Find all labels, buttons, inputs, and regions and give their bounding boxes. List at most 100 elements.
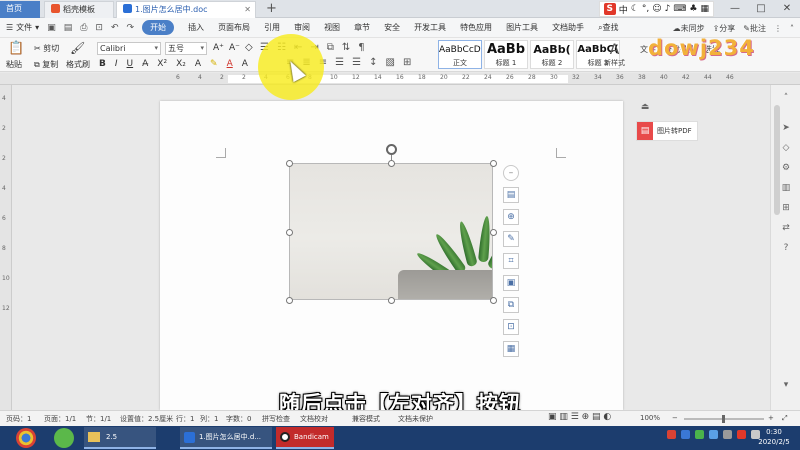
- tab-home[interactable]: 首页: [0, 1, 40, 18]
- menu-references[interactable]: 引用: [264, 22, 280, 33]
- menu-insert[interactable]: 插入: [188, 22, 204, 33]
- style-heading-2[interactable]: AaBb( 标题 2: [530, 40, 574, 69]
- status-page[interactable]: 页码：1: [6, 414, 31, 424]
- maximize-button[interactable]: □: [748, 0, 774, 18]
- tab-document[interactable]: 1.图片怎么居中.doc ✕: [116, 1, 256, 18]
- resize-handle-sw[interactable]: [286, 297, 293, 304]
- view-mode-icons[interactable]: ▣ ▥ ☰ ⊕ ▤ ◐: [548, 412, 611, 422]
- zoom-in-icon[interactable]: +: [768, 414, 774, 422]
- format-painter-icon[interactable]: 🖌: [70, 41, 85, 55]
- spell-check-button[interactable]: 拼写检查: [262, 414, 290, 424]
- paste-button[interactable]: 📋: [8, 41, 24, 56]
- resize-handle-nw[interactable]: [286, 160, 293, 167]
- share-button[interactable]: ⇪分享: [713, 23, 736, 34]
- tab-templates[interactable]: 稻壳模板: [44, 1, 114, 18]
- chrome-icon[interactable]: [16, 428, 36, 448]
- taskbar-bandicam[interactable]: Bandicam: [276, 427, 334, 449]
- comment-button[interactable]: ✎批注: [743, 23, 766, 34]
- char-border-icon[interactable]: A: [242, 59, 248, 69]
- resize-handle-w[interactable]: [286, 229, 293, 236]
- vertical-ruler[interactable]: 4 2 2 4 6 8 10 12: [0, 85, 12, 410]
- menu-start[interactable]: 开始: [142, 20, 175, 35]
- line-spacing-icon[interactable]: ↕: [369, 57, 377, 68]
- tray-record-icon[interactable]: [667, 430, 676, 439]
- close-button[interactable]: ✕: [774, 0, 800, 18]
- style-normal[interactable]: AaBbCcDd 正文: [438, 40, 482, 69]
- rotate-handle[interactable]: [386, 144, 397, 155]
- grow-font-icon[interactable]: A⁺: [213, 43, 224, 53]
- sidebar-translate-icon[interactable]: ⇄: [780, 223, 792, 235]
- paste-label[interactable]: 粘贴: [6, 59, 22, 70]
- horizontal-ruler[interactable]: 6422468101214161820222426283032343638404…: [0, 73, 800, 85]
- crop-icon[interactable]: ⌗: [503, 253, 519, 269]
- tray-network-icon[interactable]: [681, 430, 690, 439]
- tray-keyboard-icon[interactable]: [723, 430, 732, 439]
- taskbar-wps-doc[interactable]: 1.图片怎么居中.d...: [180, 427, 272, 449]
- menu-review[interactable]: 审阅: [294, 22, 310, 33]
- shrink-font-icon[interactable]: A⁻: [229, 43, 240, 53]
- redo-icon[interactable]: ↷: [127, 23, 135, 33]
- sidebar-select-icon[interactable]: ➤: [780, 123, 792, 135]
- collapse-ribbon-icon[interactable]: ˄: [790, 24, 794, 33]
- sidebar-layout-icon[interactable]: ▥: [780, 183, 792, 195]
- status-setting[interactable]: 设置值：2.5厘米: [120, 414, 173, 424]
- chinese-layout-icon[interactable]: ⧉: [327, 42, 334, 53]
- show-marks-icon[interactable]: ¶: [358, 42, 364, 53]
- status-section[interactable]: 节：1/1: [86, 414, 111, 424]
- font-color-icon[interactable]: A: [227, 59, 233, 69]
- resize-handle-e[interactable]: [490, 229, 497, 236]
- resize-handle-n[interactable]: [388, 160, 395, 167]
- status-col[interactable]: 列：1: [200, 414, 218, 424]
- sort-icon[interactable]: ⇅: [342, 42, 350, 53]
- resize-handle-se[interactable]: [490, 297, 497, 304]
- menu-view[interactable]: 视图: [324, 22, 340, 33]
- status-row[interactable]: 行：1: [176, 414, 194, 424]
- tray-qq-icon[interactable]: [709, 430, 718, 439]
- format-painter-label[interactable]: 格式刷: [66, 59, 90, 70]
- menu-security[interactable]: 安全: [384, 22, 400, 33]
- doc-protection-button[interactable]: 文档未保护: [398, 414, 433, 424]
- ime-toolbar[interactable]: S 中 ☾ °, ☺ ♪ ⌨ ♣ ▦: [598, 1, 714, 17]
- tray-sogou-icon[interactable]: [737, 430, 746, 439]
- panel-collapse-icon[interactable]: ⏏: [638, 102, 652, 114]
- sidebar-help-icon[interactable]: ?: [780, 243, 792, 255]
- zoom-level[interactable]: 100%: [640, 414, 660, 422]
- zoom-slider-thumb[interactable]: [722, 415, 725, 423]
- sidebar-property-icon[interactable]: ⚙: [780, 163, 792, 175]
- subscript-icon[interactable]: X₂: [176, 59, 186, 69]
- underline-icon[interactable]: U: [127, 59, 134, 69]
- collapse-tools-icon[interactable]: –: [503, 165, 519, 181]
- highlight-icon[interactable]: ✎: [210, 59, 218, 69]
- cut-button[interactable]: ✂ 剪切: [34, 43, 59, 54]
- borders-icon[interactable]: ⊞: [403, 57, 411, 68]
- fit-window-icon[interactable]: ⤢: [782, 414, 788, 423]
- justify-icon[interactable]: ☰: [335, 57, 344, 68]
- system-clock[interactable]: 0:30 2020/2/5: [752, 427, 796, 447]
- sync-status[interactable]: ☁未同步: [673, 23, 705, 34]
- extract-text-icon[interactable]: ⊡: [503, 319, 519, 335]
- open-icon[interactable]: ▤: [64, 23, 73, 33]
- style-heading-1[interactable]: AaBb 标题 1: [484, 40, 528, 69]
- menu-features[interactable]: 特色应用: [460, 22, 492, 33]
- more-icon[interactable]: ⋮: [774, 24, 782, 33]
- sidebar-shape-icon[interactable]: ◇: [780, 143, 792, 155]
- shading-icon[interactable]: ▧: [386, 57, 395, 68]
- menu-chapter[interactable]: 章节: [354, 22, 370, 33]
- vertical-scrollbar[interactable]: [774, 105, 780, 215]
- browser-360-icon[interactable]: [54, 428, 74, 448]
- file-menu[interactable]: ☰ 文件 ▾: [6, 22, 39, 33]
- menu-page-layout[interactable]: 页面布局: [218, 22, 250, 33]
- font-name-select[interactable]: Calibri ▾: [97, 42, 161, 55]
- doc-proofread-button[interactable]: 文档校对: [300, 414, 328, 424]
- zoom-out-icon[interactable]: −: [672, 414, 678, 422]
- picture-edit-icon[interactable]: ✎: [503, 231, 519, 247]
- tray-wechat-icon[interactable]: [695, 430, 704, 439]
- resize-handle-s[interactable]: [388, 297, 395, 304]
- clear-format-icon[interactable]: ◇: [245, 42, 253, 53]
- print-icon[interactable]: ⎙: [80, 23, 87, 33]
- selected-image[interactable]: [289, 163, 493, 300]
- resize-handle-ne[interactable]: [490, 160, 497, 167]
- picture-settings-icon[interactable]: ▦: [503, 341, 519, 357]
- close-tab-icon[interactable]: ✕: [244, 2, 251, 18]
- preview-icon[interactable]: ⊡: [95, 23, 103, 33]
